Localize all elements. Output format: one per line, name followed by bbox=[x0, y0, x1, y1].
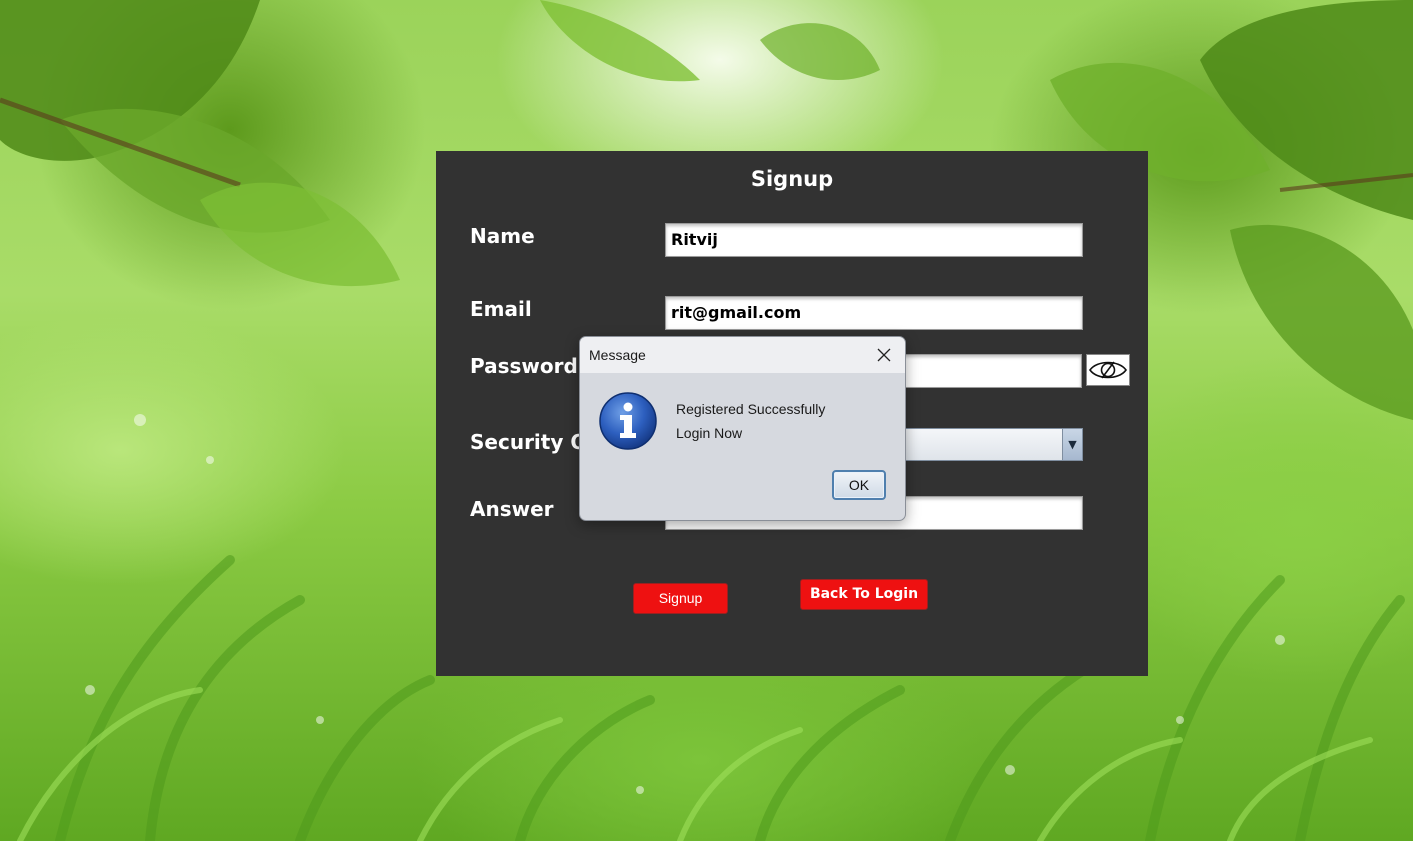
back-to-login-button[interactable]: Back To Login bbox=[800, 579, 928, 610]
dialog-message-line2: Login Now bbox=[676, 425, 743, 441]
ok-button[interactable]: OK bbox=[832, 470, 886, 500]
answer-label: Answer bbox=[470, 497, 554, 521]
toggle-password-visibility-button[interactable] bbox=[1086, 354, 1130, 386]
close-icon bbox=[877, 348, 891, 362]
dialog-title: Message bbox=[589, 347, 646, 363]
email-field[interactable]: rit@gmail.com bbox=[665, 296, 1083, 330]
signup-title: Signup bbox=[750, 167, 834, 191]
dialog-titlebar: Message bbox=[580, 337, 905, 374]
close-button[interactable] bbox=[870, 345, 898, 365]
eye-slash-icon bbox=[1089, 361, 1127, 379]
message-dialog: Message Registered Successfully Login No… bbox=[579, 336, 906, 521]
security-question-label: Security Q bbox=[470, 430, 588, 454]
dialog-message-line1: Registered Successfully bbox=[676, 401, 826, 417]
info-icon bbox=[599, 392, 657, 450]
email-label: Email bbox=[470, 297, 532, 321]
password-label: Password bbox=[470, 354, 578, 378]
name-label: Name bbox=[470, 224, 535, 248]
chevron-down-icon[interactable]: ▼ bbox=[1062, 429, 1082, 460]
signup-button[interactable]: Signup bbox=[633, 583, 728, 614]
name-field[interactable]: Ritvij bbox=[665, 223, 1083, 257]
